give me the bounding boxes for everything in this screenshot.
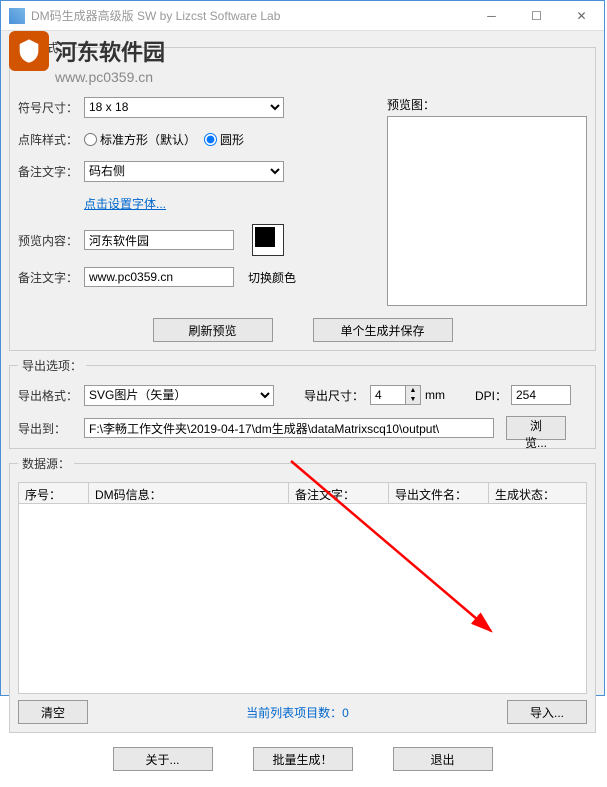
col-filename: 导出文件名： — [389, 483, 489, 503]
watermark-text: 河东软件园 — [55, 35, 165, 67]
col-seq: 序号： — [19, 483, 89, 503]
col-note: 备注文字： — [289, 483, 389, 503]
import-button[interactable]: 导入... — [507, 700, 587, 724]
batch-button[interactable]: 批量生成！ — [253, 747, 353, 771]
save-single-button[interactable]: 单个生成并保存 — [313, 318, 453, 342]
spinner-down-icon[interactable]: ▼ — [406, 395, 420, 404]
export-format-select[interactable]: SVG图片（矢量） — [84, 385, 274, 406]
col-status: 生成状态： — [489, 483, 586, 503]
window-controls: ─ ☐ ✕ — [469, 1, 604, 30]
close-button[interactable]: ✕ — [559, 1, 604, 30]
note-text-input[interactable] — [84, 267, 234, 287]
font-link[interactable]: 点击设置字体... — [84, 195, 166, 212]
export-format-label: 导出格式： — [18, 387, 84, 404]
export-size-label: 导出尺寸： — [304, 387, 370, 404]
list-count-status: 当前列表项目数：0 — [96, 704, 499, 721]
data-legend: 数据源： — [18, 455, 74, 472]
watermark-icon — [9, 31, 49, 71]
col-info: DM码信息： — [89, 483, 289, 503]
note-position-label: 备注文字： — [18, 163, 84, 180]
titlebar: DM码生成器高级版 SW by Lizcst Software Lab ─ ☐ … — [1, 1, 604, 31]
radio-circle[interactable]: 圆形 — [204, 131, 244, 148]
export-legend: 导出选项： — [18, 357, 86, 374]
browse-button[interactable]: 浏览... — [506, 416, 566, 440]
content-area: 河东软件园 www.pc0359.cn 码样式： 符号尺寸： 18 x 18 点… — [1, 31, 604, 787]
export-size-spinner[interactable]: ▲▼ — [370, 385, 421, 405]
app-window: DM码生成器高级版 SW by Lizcst Software Lab ─ ☐ … — [0, 0, 605, 696]
export-section: 导出选项： 导出格式： SVG图片（矢量） 导出尺寸： ▲▼ mm DPI： 导… — [9, 357, 596, 449]
table-header: 序号： DM码信息： 备注文字： 导出文件名： 生成状态： — [18, 482, 587, 504]
refresh-preview-button[interactable]: 刷新预览 — [153, 318, 273, 342]
titlebar-text: DM码生成器高级版 SW by Lizcst Software Lab — [31, 7, 469, 24]
clear-button[interactable]: 清空 — [18, 700, 88, 724]
footer-buttons: 关于... 批量生成！ 退出 — [9, 739, 596, 779]
watermark-url: www.pc0359.cn — [55, 69, 153, 85]
export-path-input[interactable] — [84, 418, 494, 438]
app-icon — [9, 8, 25, 24]
maximize-button[interactable]: ☐ — [514, 1, 559, 30]
exit-button[interactable]: 退出 — [393, 747, 493, 771]
note-position-select[interactable]: 码右侧 — [84, 161, 284, 182]
preview-box — [387, 116, 587, 306]
color-toggle[interactable] — [252, 224, 284, 256]
data-source-section: 数据源： 序号： DM码信息： 备注文字： 导出文件名： 生成状态： 清空 当前… — [9, 455, 596, 733]
export-to-label: 导出到： — [18, 420, 84, 437]
radio-square[interactable]: 标准方形（默认） — [84, 131, 196, 148]
minimize-button[interactable]: ─ — [469, 1, 514, 30]
dpi-input[interactable] — [511, 385, 571, 405]
note-text-label: 备注文字： — [18, 269, 84, 286]
spinner-up-icon[interactable]: ▲ — [406, 386, 420, 395]
watermark: 河东软件园 — [9, 31, 165, 71]
about-button[interactable]: 关于... — [113, 747, 213, 771]
size-unit: mm — [425, 388, 445, 402]
dot-style-label: 点阵样式： — [18, 131, 84, 148]
preview-label: 预览图： — [387, 96, 587, 113]
dpi-label: DPI： — [475, 387, 511, 404]
symbol-size-label: 符号尺寸： — [18, 99, 84, 116]
symbol-size-select[interactable]: 18 x 18 — [84, 97, 284, 118]
preview-content-label: 预览内容： — [18, 232, 84, 249]
table-body[interactable] — [18, 504, 587, 694]
color-label: 切换颜色 — [248, 269, 296, 286]
preview-content-input[interactable] — [84, 230, 234, 250]
style-section: 码样式： 符号尺寸： 18 x 18 点阵样式： 标准方形（默认） 圆形 — [9, 39, 596, 351]
